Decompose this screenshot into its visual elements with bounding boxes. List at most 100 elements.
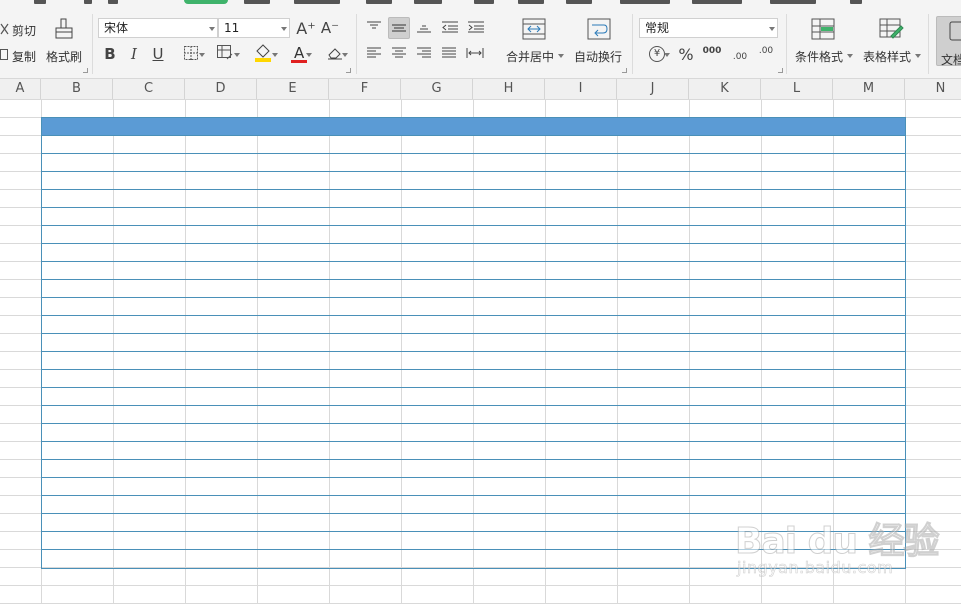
- group-separator: [632, 14, 633, 74]
- scissors-icon: [0, 22, 9, 36]
- menu-tab-fragment[interactable]: [566, 0, 592, 4]
- font-name-select[interactable]: 宋体: [98, 18, 218, 38]
- column-header-f[interactable]: F: [329, 79, 401, 99]
- menu-tab-fragment[interactable]: [692, 0, 742, 4]
- bold-button[interactable]: B: [100, 44, 120, 64]
- column-header-k[interactable]: K: [689, 79, 761, 99]
- increase-decimal-button[interactable]: .00: [728, 44, 752, 64]
- alignment-group-launcher[interactable]: [622, 68, 627, 73]
- increase-font-icon: A⁺: [296, 18, 316, 38]
- align-center-button[interactable]: [389, 44, 409, 64]
- chevron-down-icon: [209, 27, 215, 31]
- currency-button[interactable]: ¥: [643, 44, 671, 64]
- underline-button[interactable]: U: [148, 44, 168, 64]
- column-header-e[interactable]: E: [257, 79, 329, 99]
- merge-center-label: 合并居中: [506, 50, 555, 64]
- column-header-j[interactable]: J: [617, 79, 689, 99]
- wrap-text-button[interactable]: 自动换行: [572, 16, 628, 68]
- fill-color-button[interactable]: [248, 42, 278, 66]
- decrease-font-size-button[interactable]: A⁻: [320, 17, 340, 39]
- cell-grid[interactable]: [0, 99, 961, 604]
- conditional-format-button[interactable]: 条件格式: [792, 16, 854, 68]
- column-header-d[interactable]: D: [185, 79, 257, 99]
- column-header-a[interactable]: A: [0, 79, 41, 99]
- align-top-button[interactable]: [364, 18, 384, 38]
- column-header-c[interactable]: C: [113, 79, 185, 99]
- align-bottom-button[interactable]: [414, 18, 434, 38]
- borders-button[interactable]: [178, 44, 205, 64]
- group-separator: [786, 14, 787, 74]
- underline-icon: U: [152, 45, 164, 63]
- document-assistant-button[interactable]: 文档: [936, 16, 961, 67]
- menu-tab-fragment[interactable]: [850, 0, 862, 4]
- paint-bucket-icon: [254, 43, 272, 66]
- chevron-down-icon: [272, 53, 278, 57]
- number-format-select[interactable]: 常规: [639, 18, 778, 38]
- chevron-down-icon: [558, 54, 564, 58]
- copy-button[interactable]: 复制: [0, 46, 40, 64]
- menu-tab-fragment[interactable]: [294, 0, 340, 4]
- wrap-text-icon: [587, 18, 611, 40]
- menu-tab-fragment[interactable]: [518, 0, 544, 4]
- menu-tab-fragment[interactable]: [366, 0, 392, 4]
- column-header-l[interactable]: L: [761, 79, 833, 99]
- clipboard-group-launcher[interactable]: [83, 68, 88, 73]
- increase-font-size-button[interactable]: A⁺: [296, 17, 316, 39]
- menu-tab-fragment[interactable]: [244, 0, 270, 4]
- chevron-down-icon: [306, 53, 312, 57]
- column-header-m[interactable]: M: [833, 79, 905, 99]
- menu-tab-fragment[interactable]: [620, 0, 670, 4]
- clear-format-button[interactable]: [320, 44, 350, 64]
- align-middle-button[interactable]: [388, 17, 410, 39]
- menu-tab-fragment[interactable]: [770, 0, 816, 4]
- column-header-b[interactable]: B: [41, 79, 113, 99]
- indent-icon: [468, 21, 484, 36]
- chevron-down-icon: [769, 27, 775, 31]
- italic-button[interactable]: I: [124, 44, 144, 64]
- column-header-h[interactable]: H: [473, 79, 545, 99]
- chevron-down-icon: [199, 53, 205, 57]
- table-style-label: 表格样式: [863, 50, 912, 64]
- increase-decimal-icon: .00: [732, 52, 748, 62]
- menu-tab-fragment[interactable]: [108, 0, 118, 4]
- chevron-down-icon: [342, 53, 348, 57]
- paintbrush-icon: [53, 18, 75, 40]
- group-separator: [928, 14, 929, 74]
- justify-button[interactable]: [439, 44, 459, 64]
- cell-style-button[interactable]: [212, 44, 240, 64]
- format-painter-label: 格式刷: [46, 50, 83, 64]
- align-bottom-icon: [417, 21, 431, 36]
- grid-lines: [0, 99, 961, 604]
- font-group-launcher[interactable]: [346, 68, 351, 73]
- distributed-align-button[interactable]: [464, 44, 486, 64]
- menu-tab-fragment[interactable]: [34, 0, 46, 4]
- table-header-banner[interactable]: [41, 117, 905, 135]
- align-left-icon: [367, 47, 381, 62]
- menu-tab-fragment[interactable]: [474, 0, 494, 4]
- conditional-format-icon: [811, 18, 835, 40]
- font-size-select[interactable]: 11: [218, 18, 290, 38]
- format-painter-button[interactable]: 格式刷: [44, 16, 84, 68]
- cut-button[interactable]: 剪切: [0, 20, 40, 38]
- thousands-separator-button[interactable]: 000: [700, 44, 724, 64]
- column-header-n[interactable]: N: [905, 79, 961, 99]
- percent-button[interactable]: %: [676, 44, 696, 64]
- font-color-button[interactable]: A: [284, 42, 314, 66]
- menu-tab-fragment[interactable]: [414, 0, 442, 4]
- increase-indent-button[interactable]: [466, 18, 486, 38]
- decrease-indent-button[interactable]: [440, 18, 460, 38]
- font-size-value: 11: [224, 21, 240, 35]
- align-right-button[interactable]: [414, 44, 434, 64]
- decrease-decimal-button[interactable]: .00: [754, 44, 778, 64]
- column-header-g[interactable]: G: [401, 79, 473, 99]
- chevron-down-icon: [915, 54, 921, 58]
- column-header-i[interactable]: I: [545, 79, 617, 99]
- justify-icon: [442, 47, 456, 62]
- merge-center-button[interactable]: 合并居中: [502, 16, 566, 68]
- number-group-launcher[interactable]: [778, 68, 783, 73]
- number-format-value: 常规: [645, 21, 670, 35]
- align-left-button[interactable]: [364, 44, 384, 64]
- menu-tab-start-active[interactable]: [184, 0, 228, 4]
- menu-tab-fragment[interactable]: [84, 0, 92, 4]
- table-style-button[interactable]: 表格样式: [860, 16, 924, 68]
